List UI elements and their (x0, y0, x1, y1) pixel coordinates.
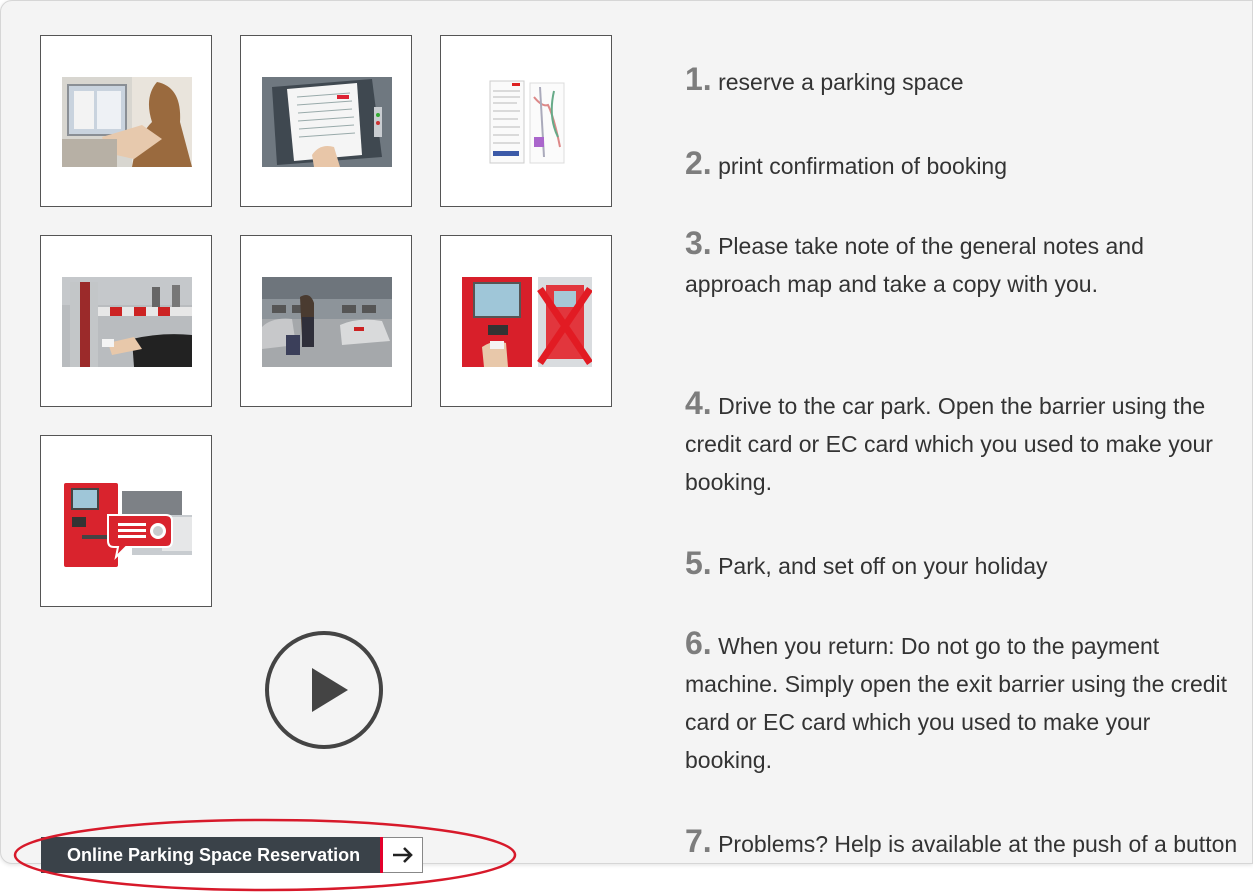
thumbnail-step-1[interactable] (40, 35, 212, 207)
thumbnail-step-5[interactable] (240, 235, 412, 407)
computer-booking-photo-icon (62, 77, 192, 167)
play-button[interactable] (264, 630, 384, 750)
help-button-terminal-photo-icon (62, 477, 192, 567)
play-icon (265, 631, 383, 749)
online-reservation-button[interactable]: Online Parking Space Reservation (41, 837, 424, 873)
thumbnail-step-2[interactable] (240, 35, 412, 207)
arrow-right-icon (383, 837, 424, 873)
thumbnail-step-7[interactable] (40, 435, 212, 607)
content-panel: Online Parking Space Reservation (0, 0, 1253, 873)
thumbnail-step-6[interactable] (440, 235, 612, 407)
printed-confirmation-photo-icon (262, 77, 392, 167)
payment-machine-crossed-photo-icon (462, 277, 592, 367)
thumbnail-step-3[interactable] (440, 35, 612, 207)
approach-map-document-icon (462, 77, 592, 167)
thumbnail-step-4[interactable] (40, 235, 212, 407)
car-park-traveller-photo-icon (262, 277, 392, 367)
barrier-card-photo-icon (62, 277, 192, 367)
reservation-button-label: Online Parking Space Reservation (41, 837, 384, 873)
